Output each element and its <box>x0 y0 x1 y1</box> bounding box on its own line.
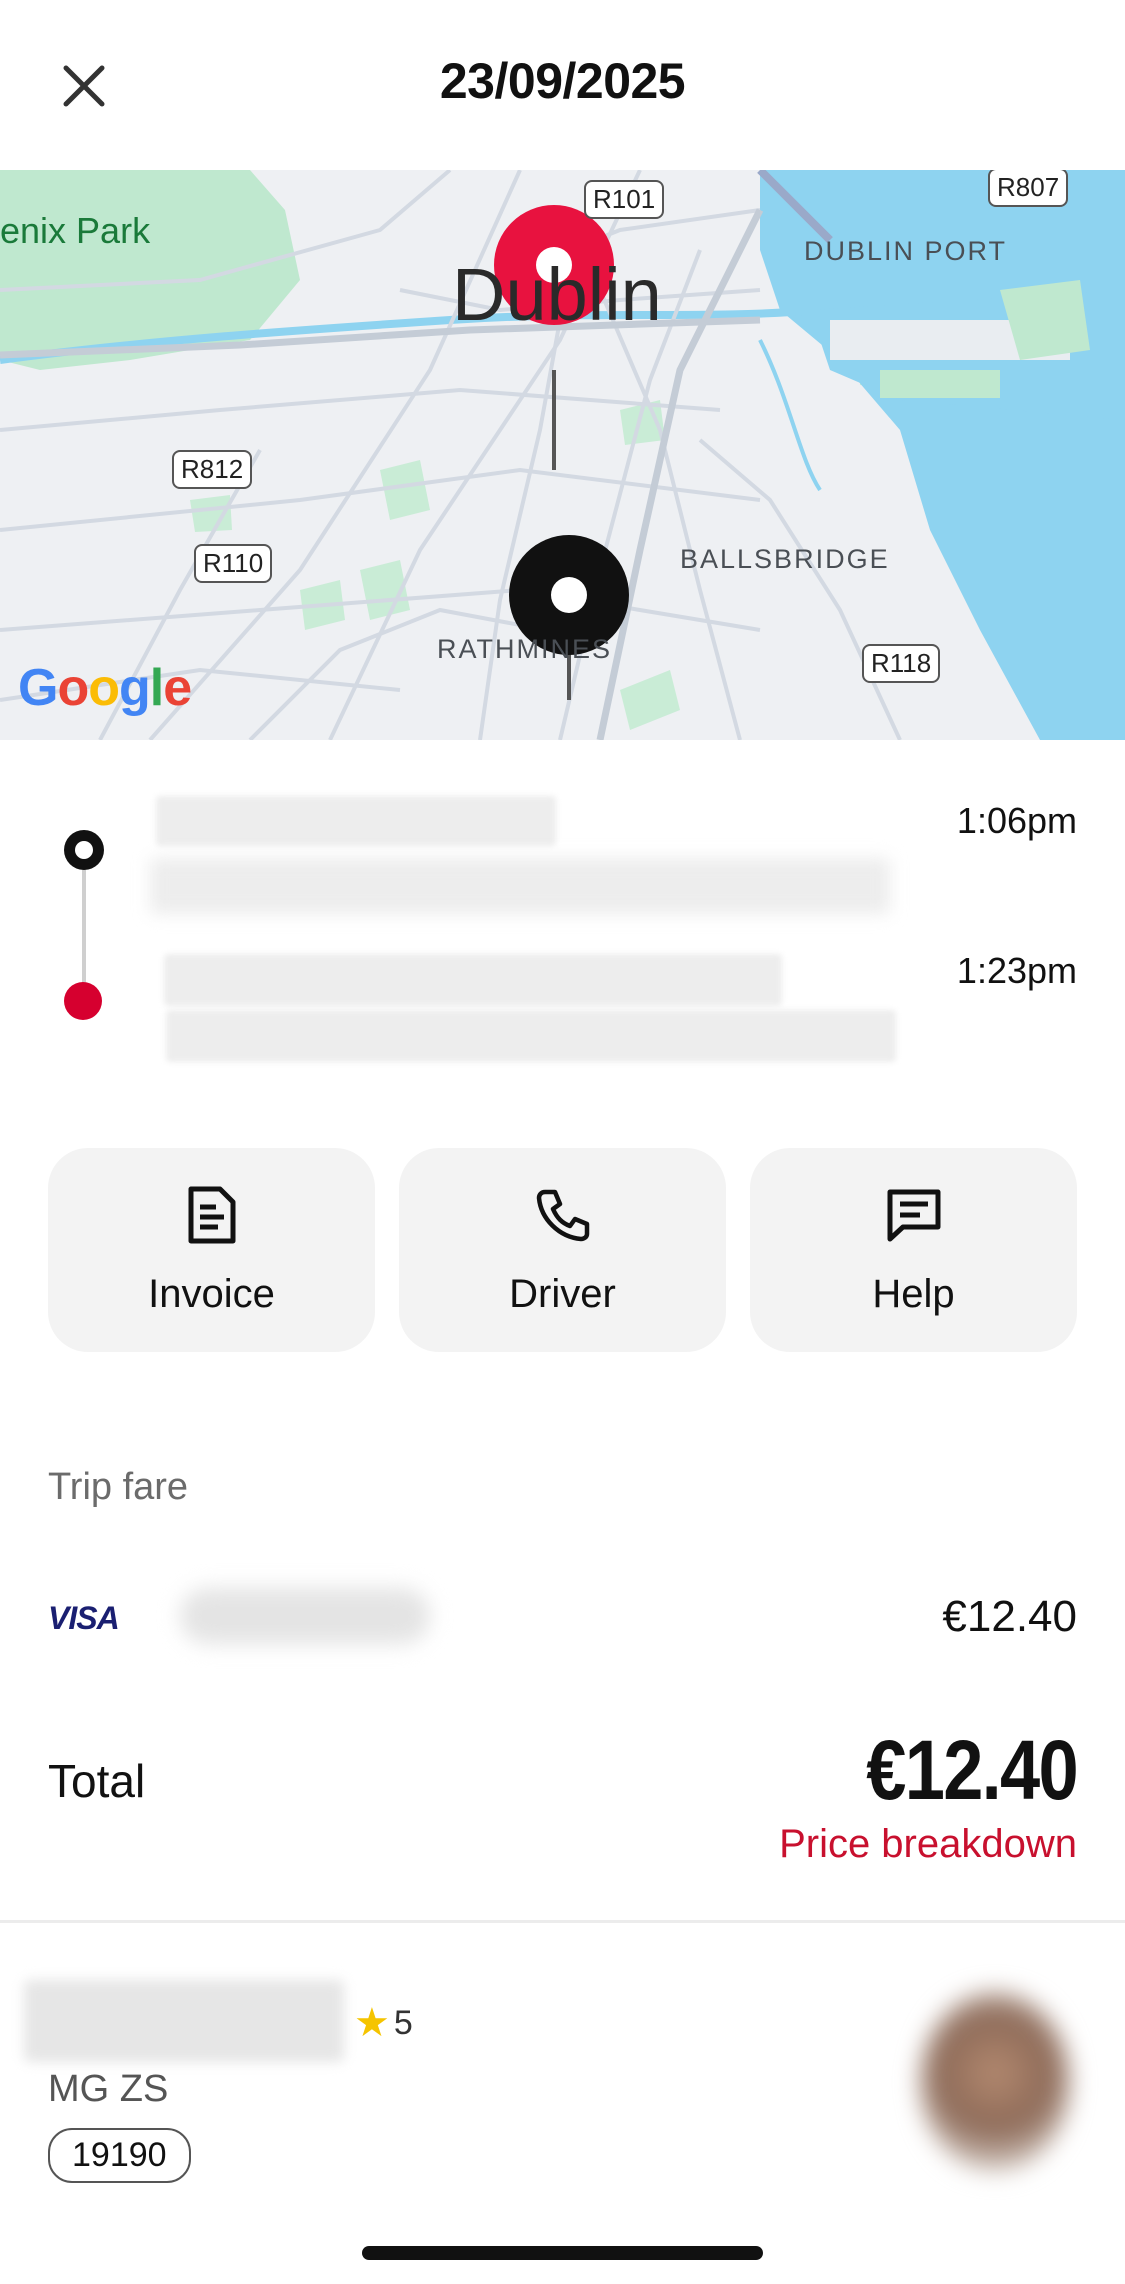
pickup-time: 1:06pm <box>956 800 1077 841</box>
section-divider <box>0 1920 1125 1923</box>
road-badge: R101 <box>584 180 665 219</box>
dropoff-subaddress-redacted <box>166 1010 896 1062</box>
invoice-button[interactable]: Invoice <box>48 1148 375 1352</box>
google-logo: Google <box>18 659 192 717</box>
invoice-label: Invoice <box>148 1271 275 1316</box>
header: 23/09/2025 <box>0 0 1125 170</box>
total-label: Total <box>48 1755 146 1807</box>
chat-icon <box>885 1184 943 1246</box>
page-title: 23/09/2025 <box>439 53 686 109</box>
pickup-subaddress-redacted <box>150 858 890 914</box>
trip-fare-heading: Trip fare <box>48 1466 189 1508</box>
visa-logo: VISA <box>48 1600 120 1636</box>
map-park-label: enix Park <box>0 210 151 251</box>
map-place-label: RATHMINES <box>437 634 613 664</box>
driver-label: Driver <box>509 1271 616 1316</box>
home-indicator[interactable] <box>362 2246 763 2260</box>
pickup-address-redacted <box>156 796 556 846</box>
car-model: MG ZS <box>48 2068 169 2110</box>
road-badge: R812 <box>172 450 253 489</box>
route-map[interactable]: enix Park Dublin DUBLIN PORT BALLSBRIDGE… <box>0 170 1125 740</box>
driver-avatar <box>920 1992 1070 2172</box>
map-city-label: Dublin <box>452 253 662 336</box>
help-label: Help <box>872 1271 955 1316</box>
route-connector <box>82 860 86 1000</box>
trip-details-sheet: 23/09/2025 enix Park Dublin DUBLIN PORT … <box>0 0 1125 2284</box>
license-plate: 19190 <box>48 2128 191 2183</box>
dropoff-address-redacted <box>164 954 782 1006</box>
pickup-dot <box>64 830 104 870</box>
help-button[interactable]: Help <box>750 1148 1077 1352</box>
fare-amount: €12.40 <box>942 1592 1077 1641</box>
driver-button[interactable]: Driver <box>399 1148 726 1352</box>
map-place-label: DUBLIN PORT <box>804 236 1008 266</box>
price-breakdown-link[interactable]: Price breakdown <box>779 1822 1077 1867</box>
total-amount: €12.40 <box>866 1723 1078 1817</box>
phone-icon <box>534 1184 592 1246</box>
action-row: Invoice Driver Help <box>48 1148 1077 1352</box>
road-badge: R807 <box>988 170 1069 207</box>
map-place-label: BALLSBRIDGE <box>680 544 890 574</box>
star-icon: ★ <box>354 2001 390 2045</box>
road-badge: R110 <box>194 544 273 583</box>
rating-value: 5 <box>393 2003 413 2042</box>
dropoff-time: 1:23pm <box>956 950 1077 991</box>
driver-name-redacted <box>24 1980 344 2062</box>
document-icon <box>183 1184 241 1246</box>
dropoff-dot <box>64 982 102 1020</box>
driver-rating: ★ 5 <box>354 2000 413 2046</box>
card-number-redacted <box>180 1588 430 1644</box>
road-badge: R118 <box>862 644 941 683</box>
